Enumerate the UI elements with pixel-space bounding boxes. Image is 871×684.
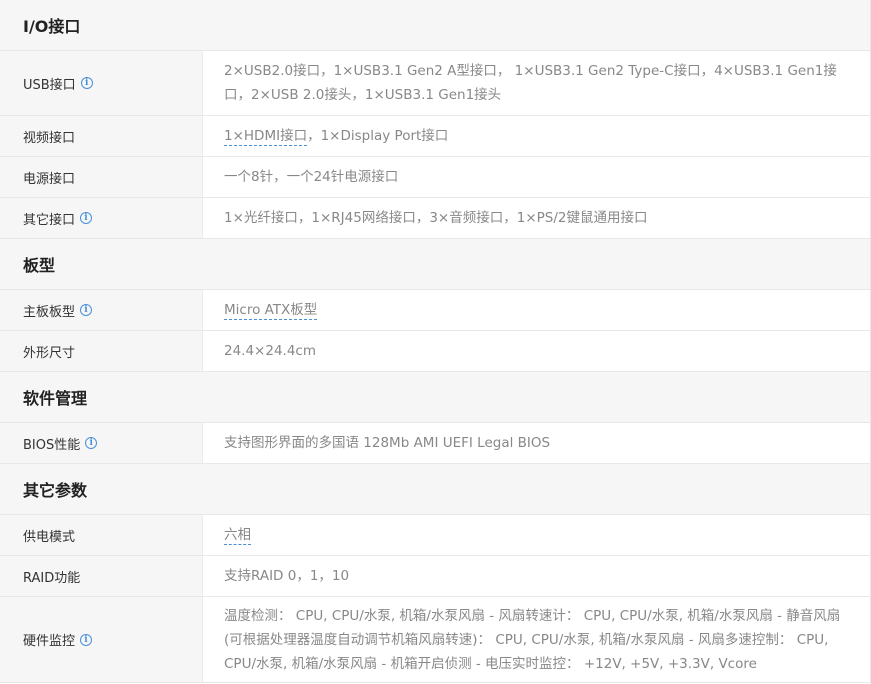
row-video: 视频接口 1×HDMI接口 ，1×Display Port接口	[0, 116, 870, 157]
spec-table: I/O接口 USB接口 i 2×USB2.0接口，1×USB3.1 Gen2 A…	[0, 0, 871, 683]
row-label: 硬件监控 i	[0, 597, 203, 682]
row-hw-monitor: 硬件监控 i 温度检测： CPU, CPU/水泵, 机箱/水泵风扇 - 风扇转速…	[0, 597, 870, 683]
info-icon[interactable]: i	[80, 77, 93, 89]
section-other: 其它参数	[0, 464, 870, 515]
row-value: 支持RAID 0，1，10	[224, 568, 350, 584]
row-label: RAID功能	[0, 556, 203, 596]
row-other-ports: 其它接口 i 1×光纤接口，1×RJ45网络接口，3×音频接口，1×PS/2键鼠…	[0, 198, 870, 239]
row-value: 温度检测： CPU, CPU/水泵, 机箱/水泵风扇 - 风扇转速计： CPU,…	[224, 607, 841, 672]
row-value: 1×HDMI接口 ，1×Display Port接口	[203, 116, 870, 156]
label-text: USB接口	[23, 77, 76, 93]
hdmi-link[interactable]: 1×HDMI接口	[224, 127, 308, 146]
row-power: 电源接口 一个8针，一个24针电源接口	[0, 157, 870, 198]
info-icon[interactable]: i	[85, 437, 98, 449]
row-label: 电源接口	[0, 157, 203, 197]
row-label: 其它接口 i	[0, 198, 203, 238]
row-raid: RAID功能 支持RAID 0，1，10	[0, 556, 870, 597]
power-phase-link[interactable]: 六相	[224, 526, 251, 545]
row-value: 2×USB2.0接口，1×USB3.1 Gen2 A型接口， 1×USB3.1 …	[224, 63, 837, 103]
row-power-phase: 供电模式 六相	[0, 515, 870, 556]
value-text: ，1×Display Port接口	[307, 128, 449, 144]
label-text: RAID功能	[23, 570, 81, 586]
row-value: 1×光纤接口，1×RJ45网络接口，3×音频接口，1×PS/2键鼠通用接口	[224, 210, 648, 226]
row-label: 外形尺寸	[0, 331, 203, 371]
row-bios: BIOS性能 i 支持图形界面的多国语 128Mb AMI UEFI Legal…	[0, 423, 870, 464]
label-text: 硬件监控	[23, 634, 76, 649]
label-text: 供电模式	[23, 529, 76, 545]
row-label: 主板板型 i	[0, 290, 203, 330]
label-text: 视频接口	[23, 130, 76, 146]
row-value: 一个8针，一个24针电源接口	[224, 169, 399, 185]
row-usb: USB接口 i 2×USB2.0接口，1×USB3.1 Gen2 A型接口， 1…	[0, 51, 870, 116]
row-size: 外形尺寸 24.4×24.4cm	[0, 331, 870, 372]
row-label: BIOS性能 i	[0, 423, 203, 463]
info-icon[interactable]: i	[80, 304, 93, 316]
label-text: 外形尺寸	[23, 345, 76, 361]
info-icon[interactable]: i	[80, 633, 93, 646]
row-value: 24.4×24.4cm	[224, 343, 317, 359]
label-text: 电源接口	[23, 171, 76, 187]
label-text: 其它接口	[23, 212, 76, 228]
label-text: 主板板型	[23, 304, 76, 320]
row-value: Micro ATX板型	[203, 290, 870, 330]
row-form-factor: 主板板型 i Micro ATX板型	[0, 290, 870, 331]
row-value: 支持图形界面的多国语 128Mb AMI UEFI Legal BIOS	[224, 435, 551, 451]
section-io: I/O接口	[0, 0, 870, 51]
row-label: USB接口 i	[0, 51, 203, 115]
form-factor-link[interactable]: Micro ATX板型	[224, 301, 318, 320]
label-text: BIOS性能	[23, 437, 81, 453]
row-label: 供电模式	[0, 515, 203, 555]
row-label: 视频接口	[0, 116, 203, 156]
row-value: 六相	[203, 515, 870, 555]
section-board: 板型	[0, 239, 870, 290]
section-software: 软件管理	[0, 372, 870, 423]
info-icon[interactable]: i	[80, 212, 93, 224]
